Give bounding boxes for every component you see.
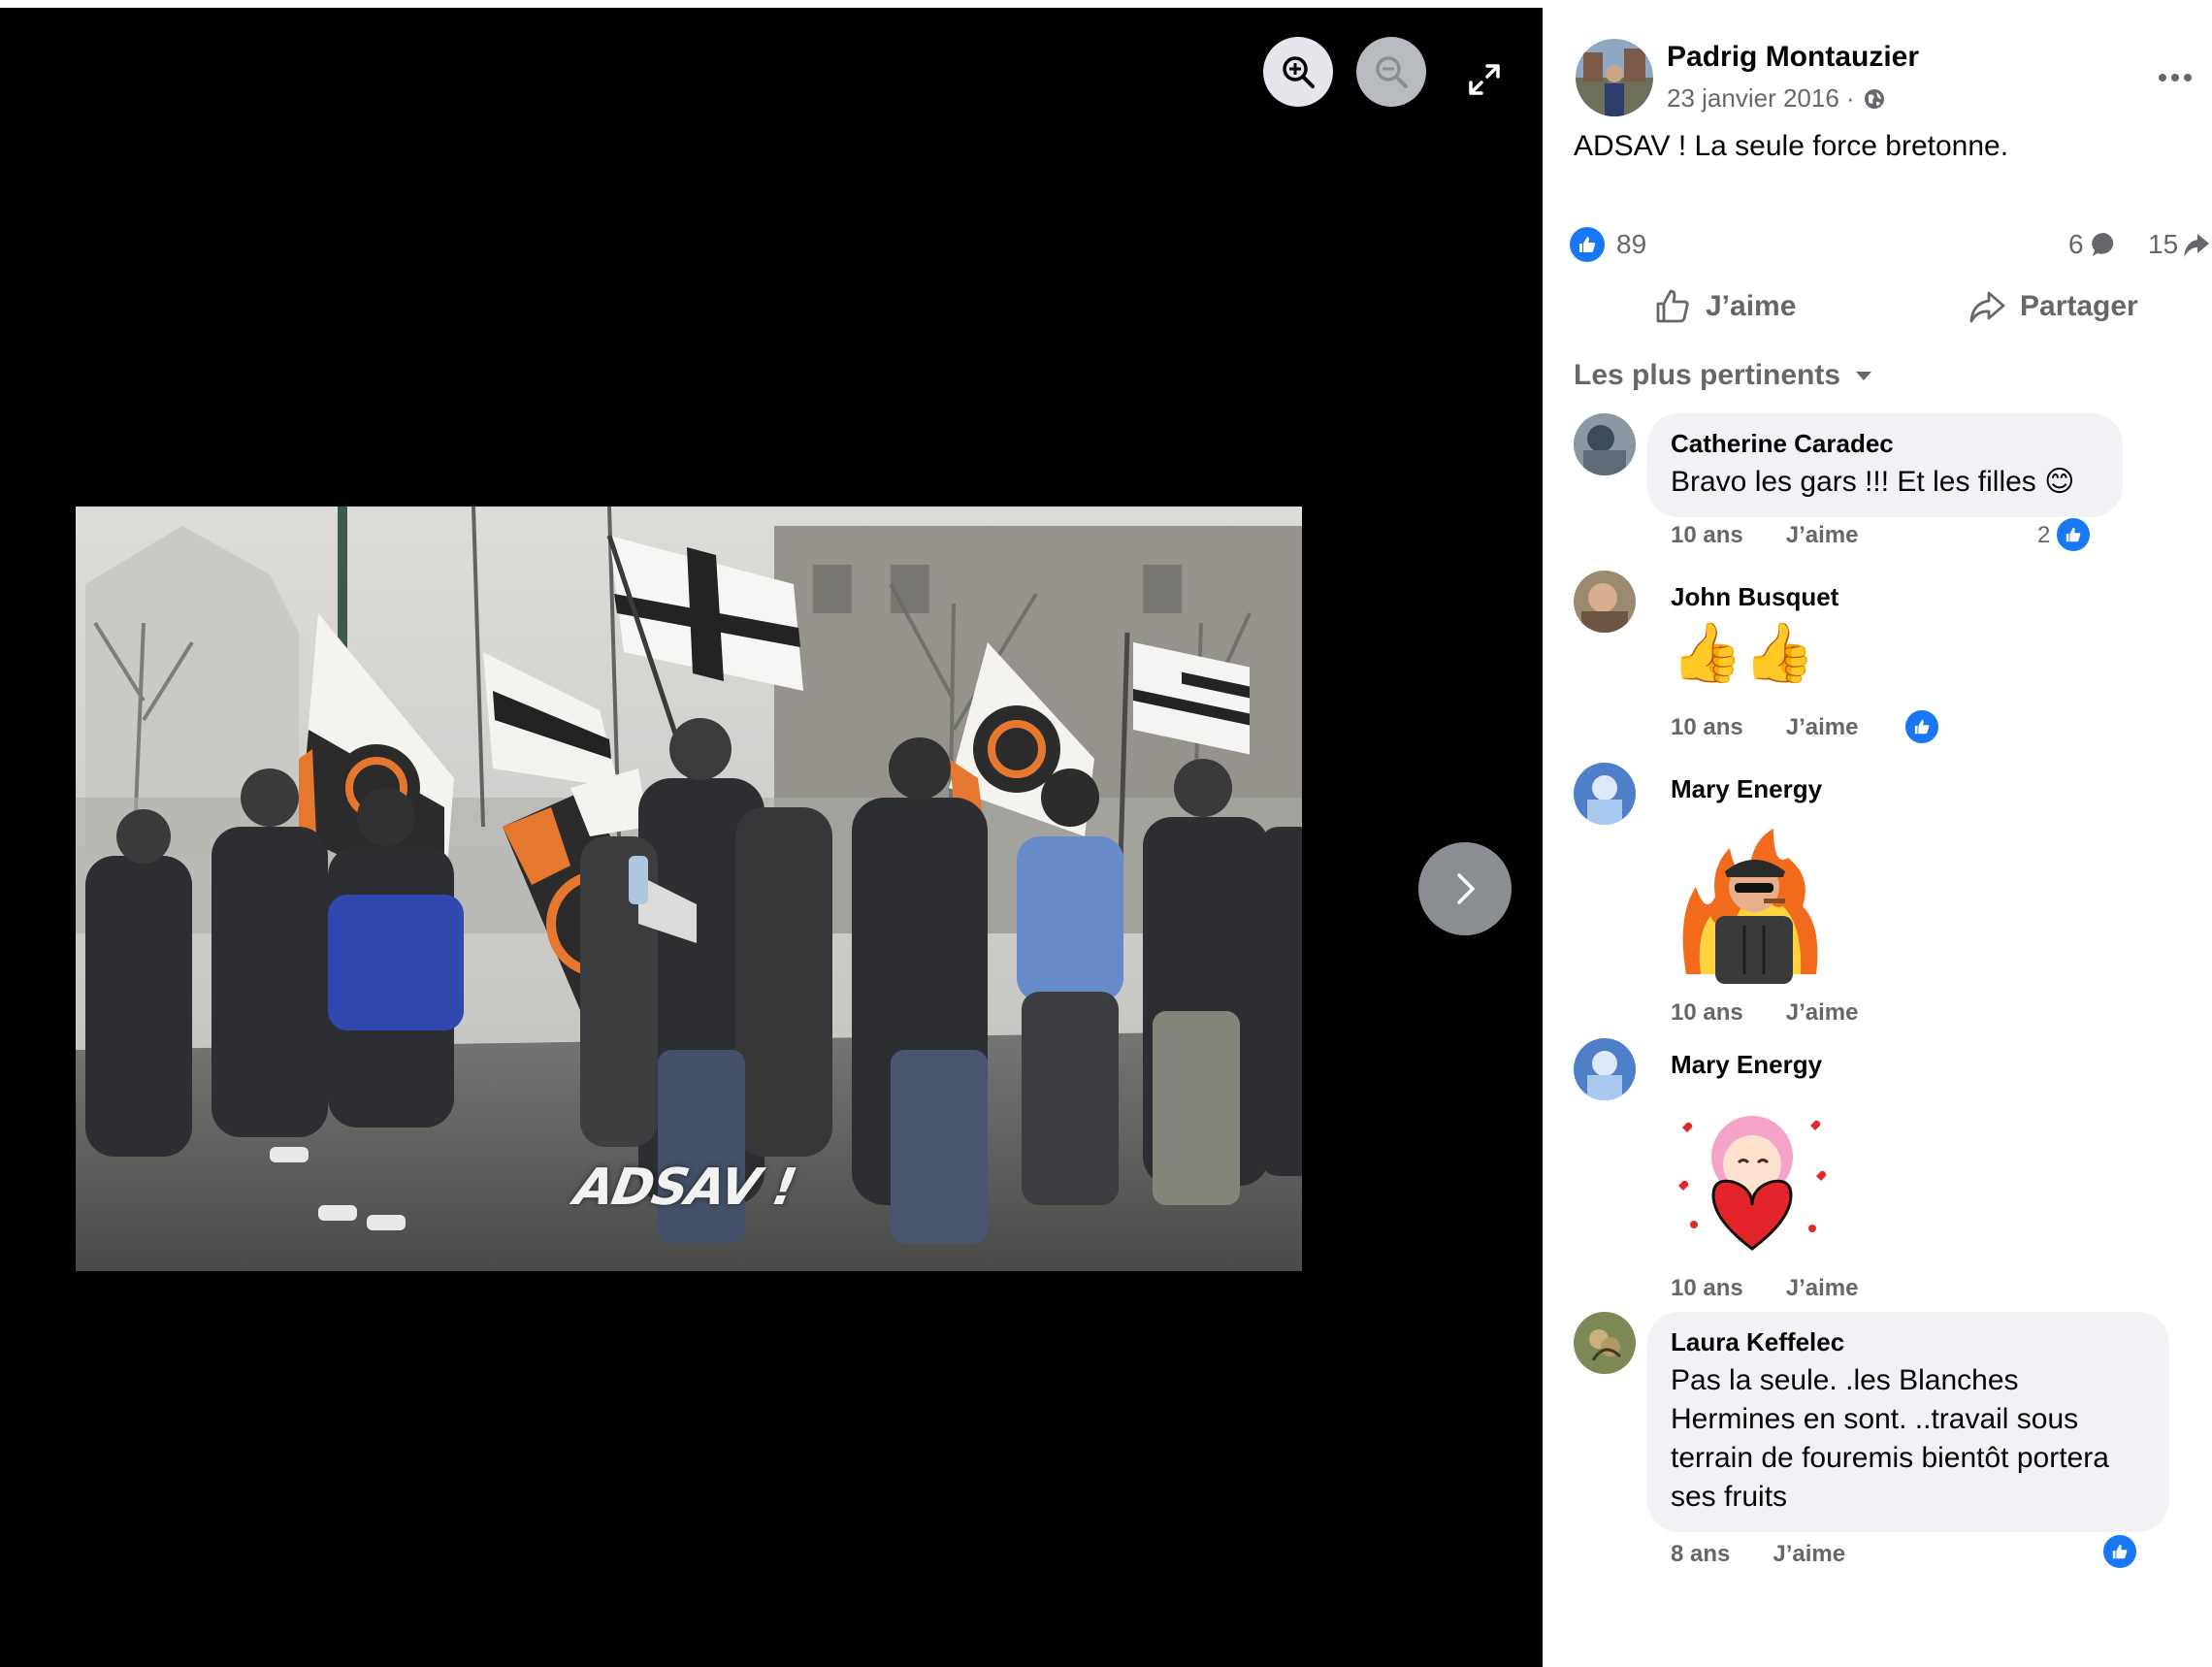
zoom-out-button[interactable] <box>1356 37 1426 107</box>
comments-count[interactable]: 6 <box>2068 229 2119 260</box>
comment-bubble: Catherine Caradec Bravo les gars !!! Et … <box>1647 413 2123 517</box>
comments-count-value: 6 <box>2068 229 2084 259</box>
post-text: ADSAV ! La seule force bretonne. <box>1574 130 2009 162</box>
share-outline-icon <box>1969 291 2005 323</box>
next-photo-button[interactable] <box>1418 842 1512 935</box>
photo-watermark: ADSAV ! <box>569 1159 799 1217</box>
globe-icon <box>1864 88 1884 109</box>
comment-body: Mary Energy <box>1671 763 1822 804</box>
commenter-avatar[interactable] <box>1574 413 1636 475</box>
commenter-name[interactable]: Mary Energy <box>1671 774 1822 804</box>
heart-girl-sticker[interactable] <box>1675 1108 1830 1254</box>
comment-bubble-icon <box>2091 232 2113 256</box>
comment-age[interactable]: 10 ans <box>1671 999 1743 1027</box>
thumbs-up-outline-icon <box>1656 289 1689 323</box>
reactions-summary[interactable]: 89 <box>1570 227 1646 262</box>
comment-item: Catherine Caradec Bravo les gars !!! Et … <box>1574 413 2175 559</box>
commenter-name[interactable]: Catherine Caradec <box>1671 429 2099 459</box>
like-reaction-icon <box>1570 227 1605 262</box>
post-date[interactable]: 23 janvier 2016 · <box>1667 83 1855 114</box>
comment-meta: 10 ans J’aime <box>1671 1275 1858 1302</box>
chevron-right-icon <box>1457 873 1475 904</box>
comment-text: Bravo les gars !!! Et les filles 😊 <box>1671 466 2075 498</box>
comment-text-line: Pas la seule. .les Blanches <box>1671 1364 2019 1396</box>
post-meta: 23 janvier 2016 · <box>1667 83 1886 114</box>
comment-body: Mary Energy <box>1671 1038 1822 1080</box>
commenter-avatar[interactable] <box>1574 1038 1636 1100</box>
expand-icon[interactable] <box>1467 62 1502 97</box>
comment-age[interactable]: 10 ans <box>1671 714 1743 741</box>
comment-age[interactable]: 8 ans <box>1671 1541 1730 1568</box>
comment-sort-dropdown[interactable]: Les plus pertinents <box>1574 359 1873 392</box>
more-options-button[interactable] <box>2158 54 2193 92</box>
comment-text-line: ses fruits <box>1671 1481 1788 1513</box>
reactions-count: 89 <box>1616 229 1647 259</box>
share-button[interactable]: Partager <box>1968 287 2138 326</box>
comment-like-badge-icon[interactable] <box>2101 1533 2138 1570</box>
more-dots-icon <box>2159 74 2192 82</box>
comment-reaction-count: 2 <box>2037 522 2051 548</box>
march-photo-illustration <box>76 507 1302 1271</box>
commenter-avatar[interactable] <box>1574 571 1636 633</box>
comment-like-link[interactable]: J’aime <box>1786 999 1859 1027</box>
comment-like-link[interactable]: J’aime <box>1773 1541 1845 1568</box>
shares-count[interactable]: 15 <box>2148 229 2210 260</box>
like-button-label: J’aime <box>1706 290 1797 322</box>
comment-item: Mary Energy 10 ans J’aime <box>1574 763 2175 1027</box>
commenter-avatar[interactable] <box>1574 1312 1636 1374</box>
zoom-in-button[interactable] <box>1263 37 1333 107</box>
share-arrow-icon <box>2184 234 2210 257</box>
post-side-panel: Padrig Montauzier 23 janvier 2016 · ADSA… <box>1543 0 2212 1667</box>
comment-meta: 10 ans J’aime <box>1671 999 1858 1027</box>
author-name[interactable]: Padrig Montauzier <box>1667 41 1919 74</box>
comment-text-line: Hermines en sont. ..travail sous <box>1671 1403 2079 1435</box>
comment-meta: 10 ans J’aime <box>1671 522 1858 549</box>
comment-like-link[interactable]: J’aime <box>1786 714 1859 741</box>
comment-emoji-text: 👍👍 <box>1671 620 1816 685</box>
zoom-out-icon <box>1376 56 1408 88</box>
commenter-name[interactable]: John Busquet <box>1671 582 1838 612</box>
commenter-avatar[interactable] <box>1574 763 1636 825</box>
caret-down-icon <box>1856 372 1872 380</box>
comment-like-badge-icon[interactable] <box>2055 516 2092 553</box>
comment-meta: 10 ans J’aime <box>1671 714 1858 741</box>
comment-like-badge-icon[interactable] <box>1903 708 1940 745</box>
comment-meta: 8 ans J’aime <box>1671 1541 1845 1568</box>
share-button-label: Partager <box>2020 290 2138 322</box>
zoom-in-icon <box>1283 56 1315 88</box>
comment-body: John Busquet 👍👍 <box>1671 571 1838 688</box>
comment-item: John Busquet 👍👍 10 ans J’aime <box>1574 571 2175 745</box>
shares-count-value: 15 <box>2148 229 2179 259</box>
author-avatar[interactable] <box>1576 39 1653 116</box>
comment-bubble: Laura Keffelec Pas la seule. .les Blanch… <box>1647 1312 2169 1532</box>
sort-label: Les plus pertinents <box>1574 359 1841 391</box>
soldier-sticker[interactable] <box>1676 829 1826 984</box>
comment-text-line: terrain de fouremis bientôt portera <box>1671 1442 2109 1474</box>
like-button[interactable]: J’aime <box>1653 287 1796 326</box>
comment-item: Laura Keffelec Pas la seule. .les Blanch… <box>1574 1312 2195 1584</box>
comment-like-link[interactable]: J’aime <box>1786 522 1859 549</box>
comment-item: Mary Energy 10 ans J’aime <box>1574 1038 2175 1302</box>
comment-text: Pas la seule. .les Blanches Hermines en … <box>1671 1361 2146 1517</box>
commenter-name[interactable]: Mary Energy <box>1671 1050 1822 1080</box>
comment-like-link[interactable]: J’aime <box>1786 1275 1859 1302</box>
post-photo[interactable]: ADSAV ! <box>76 507 1302 1271</box>
commenter-name[interactable]: Laura Keffelec <box>1671 1327 2146 1357</box>
comment-age[interactable]: 10 ans <box>1671 522 1743 549</box>
photo-viewer: ADSAV ! <box>0 8 1543 1667</box>
comment-age[interactable]: 10 ans <box>1671 1275 1743 1302</box>
